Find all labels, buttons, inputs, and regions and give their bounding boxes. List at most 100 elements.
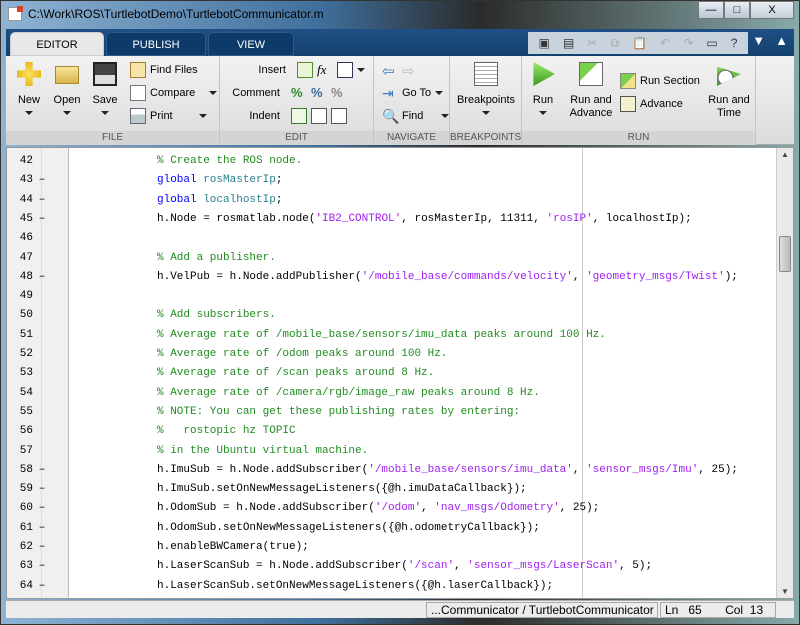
code-text: % Average rate of /scan peaks around 8 H… — [157, 364, 434, 383]
breakpoint-marker[interactable]: – — [37, 577, 47, 596]
code-token: % Average rate of /camera/rgb/image_raw … — [157, 386, 540, 399]
toolstrip-tabs: EDITOR PUBLISH VIEW ▣ ▤ ✂ ⧉ 📋 ↶ ↷ ▭ ? ▼ ▲ — [6, 29, 794, 56]
fx-icon[interactable]: fx — [317, 62, 333, 78]
run-button[interactable]: Run — [528, 62, 558, 120]
line-number: 50 — [19, 309, 33, 322]
code-line[interactable]: 63– h.LaserScanSub = h.Node.addSubscriber… — [7, 557, 767, 576]
smart-indent-icon[interactable] — [291, 108, 307, 124]
status-position: Ln 65 Col 13 — [660, 602, 776, 618]
compare-button[interactable]: Compare — [130, 84, 218, 102]
insert-section-icon[interactable] — [297, 62, 313, 78]
insert-function-icon[interactable] — [337, 62, 353, 78]
code-token: , — [572, 270, 587, 283]
code-token: 'geometry_msgs/Twist' — [586, 270, 725, 283]
code-text: % Create the ROS node. — [157, 152, 302, 171]
code-line[interactable]: 43– global rosMasterIp; — [7, 171, 767, 190]
code-line[interactable]: 58– h.ImuSub = h.Node.addSubscriber('/mob… — [7, 461, 767, 480]
code-line[interactable]: 62– h.enableBWCamera(true); — [7, 538, 767, 557]
maximize-button[interactable]: □ — [724, 1, 750, 19]
find-button[interactable]: 🔍 Find — [382, 107, 449, 125]
print-button[interactable]: Print — [130, 107, 207, 125]
cut-icon[interactable]: ✂ — [587, 36, 597, 50]
close-button[interactable]: X — [750, 1, 794, 19]
advance-button[interactable]: Advance — [620, 95, 683, 113]
code-line[interactable]: 61– h.OdomSub.setOnNewMessageListeners({@… — [7, 519, 767, 538]
forward-arrow-icon[interactable]: ⇨ — [402, 62, 418, 80]
find-files-button[interactable]: Find Files — [130, 61, 198, 79]
help-icon[interactable]: ? — [731, 36, 738, 50]
code-line[interactable]: 42 % Create the ROS node. — [7, 152, 767, 171]
new-button[interactable]: New — [12, 62, 46, 120]
code-line[interactable]: 50 % Add subscribers. — [7, 306, 767, 325]
breakpoint-marker[interactable]: – — [37, 461, 47, 480]
code-line[interactable]: 51 % Average rate of /mobile_base/sensors… — [7, 326, 767, 345]
play-icon — [533, 62, 555, 86]
code-line[interactable]: 59– h.ImuSub.setOnNewMessageListeners({@h… — [7, 480, 767, 499]
minimize-button[interactable]: — — [698, 1, 724, 19]
open-button[interactable]: Open — [50, 62, 84, 120]
code-line[interactable]: 53 % Average rate of /scan peaks around 8… — [7, 364, 767, 383]
scroll-down-icon[interactable]: ▼ — [781, 587, 789, 596]
scroll-up-icon[interactable]: ▲ — [781, 150, 789, 159]
run-section-button[interactable]: Run Section — [620, 72, 700, 90]
code-line[interactable]: 46 — [7, 229, 767, 248]
redo-icon[interactable]: ↷ — [683, 36, 693, 50]
copy-icon[interactable]: ⧉ — [610, 36, 619, 51]
scrollbar-thumb[interactable] — [779, 236, 791, 272]
code-line[interactable]: 55 % NOTE: You can get these publishing r… — [7, 403, 767, 422]
code-line[interactable]: 45– h.Node = rosmatlab.node('IB2_CONTROL'… — [7, 210, 767, 229]
new-icon[interactable]: ▣ — [539, 36, 550, 50]
increase-indent-icon[interactable] — [311, 108, 327, 124]
save-icon[interactable]: ▤ — [563, 36, 574, 50]
breakpoint-marker[interactable]: – — [37, 519, 47, 538]
tab-publish[interactable]: PUBLISH — [106, 32, 206, 56]
code-line[interactable]: 52 % Average rate of /odom peaks around 1… — [7, 345, 767, 364]
goto-button[interactable]: ⇥ Go To — [382, 84, 444, 102]
decrease-indent-icon[interactable] — [331, 108, 347, 124]
run-and-time-button[interactable]: Run and Time — [706, 62, 752, 120]
code-line[interactable]: 57 % in the Ubuntu virtual machine. — [7, 442, 767, 461]
wrap-comments-icon[interactable]: % — [331, 85, 347, 101]
breakpoint-marker[interactable]: – — [37, 538, 47, 557]
breakpoint-marker[interactable]: – — [37, 480, 47, 499]
code-line[interactable]: 60– h.OdomSub = h.Node.addSubscriber('/od… — [7, 499, 767, 518]
code-token: 'sensor_msgs/Imu' — [586, 463, 699, 476]
code-text: % rostopic hz TOPIC — [157, 422, 296, 441]
breakpoint-marker[interactable]: – — [37, 499, 47, 518]
run-and-advance-button[interactable]: Run and Advance — [566, 62, 616, 120]
code-token: , — [454, 560, 468, 573]
breakpoint-marker[interactable]: – — [37, 268, 47, 287]
code-line[interactable]: 56 % rostopic hz TOPIC — [7, 422, 767, 441]
back-arrow-icon[interactable]: ⇦ — [382, 62, 398, 80]
collapse-toolstrip-icon[interactable]: ▲ — [775, 33, 788, 48]
tab-view[interactable]: VIEW — [208, 32, 294, 56]
line-number: 51 — [19, 328, 33, 341]
code-line[interactable]: 48– h.VelPub = h.Node.addPublisher('/mobi… — [7, 268, 767, 287]
uncomment-icon[interactable]: % — [311, 85, 327, 101]
line-number: 61 — [19, 521, 33, 534]
chevron-down-icon — [101, 111, 109, 116]
code-line[interactable]: 64– h.LaserScanSub.setOnNewMessageListene… — [7, 577, 767, 596]
breakpoint-marker[interactable]: – — [37, 171, 47, 190]
navigate-group: ⇦ ⇨ ⇥ Go To 🔍 Find NAVIGATE — [374, 56, 450, 145]
code-line[interactable]: 49 — [7, 287, 767, 306]
code-line[interactable]: 47 % Add a publisher. — [7, 249, 767, 268]
breakpoint-marker[interactable]: – — [37, 210, 47, 229]
window-icon[interactable]: ▭ — [706, 36, 717, 50]
breakpoints-button[interactable]: Breakpoints — [454, 62, 518, 120]
code-editor[interactable]: 42% Create the ROS node. 43– global rosMas… — [6, 147, 794, 599]
options-dropdown-icon[interactable]: ▼ — [752, 33, 765, 48]
code-text: % NOTE: You can get these publishing rat… — [157, 403, 520, 422]
breakpoint-marker[interactable]: – — [37, 191, 47, 210]
vertical-scrollbar[interactable]: ▲ ▼ — [776, 148, 793, 598]
undo-icon[interactable]: ↶ — [660, 36, 670, 50]
code-line[interactable]: 44– global localhostIp; — [7, 191, 767, 210]
tab-editor[interactable]: EDITOR — [10, 32, 104, 56]
magnifier-icon: 🔍 — [382, 108, 400, 124]
breakpoint-marker[interactable]: – — [37, 557, 47, 576]
paste-icon[interactable]: 📋 — [632, 36, 647, 50]
save-button[interactable]: Save — [88, 62, 122, 120]
comment-icon[interactable]: % — [291, 85, 307, 101]
plus-icon — [17, 62, 41, 86]
code-line[interactable]: 54 % Average rate of /camera/rgb/image_ra… — [7, 384, 767, 403]
